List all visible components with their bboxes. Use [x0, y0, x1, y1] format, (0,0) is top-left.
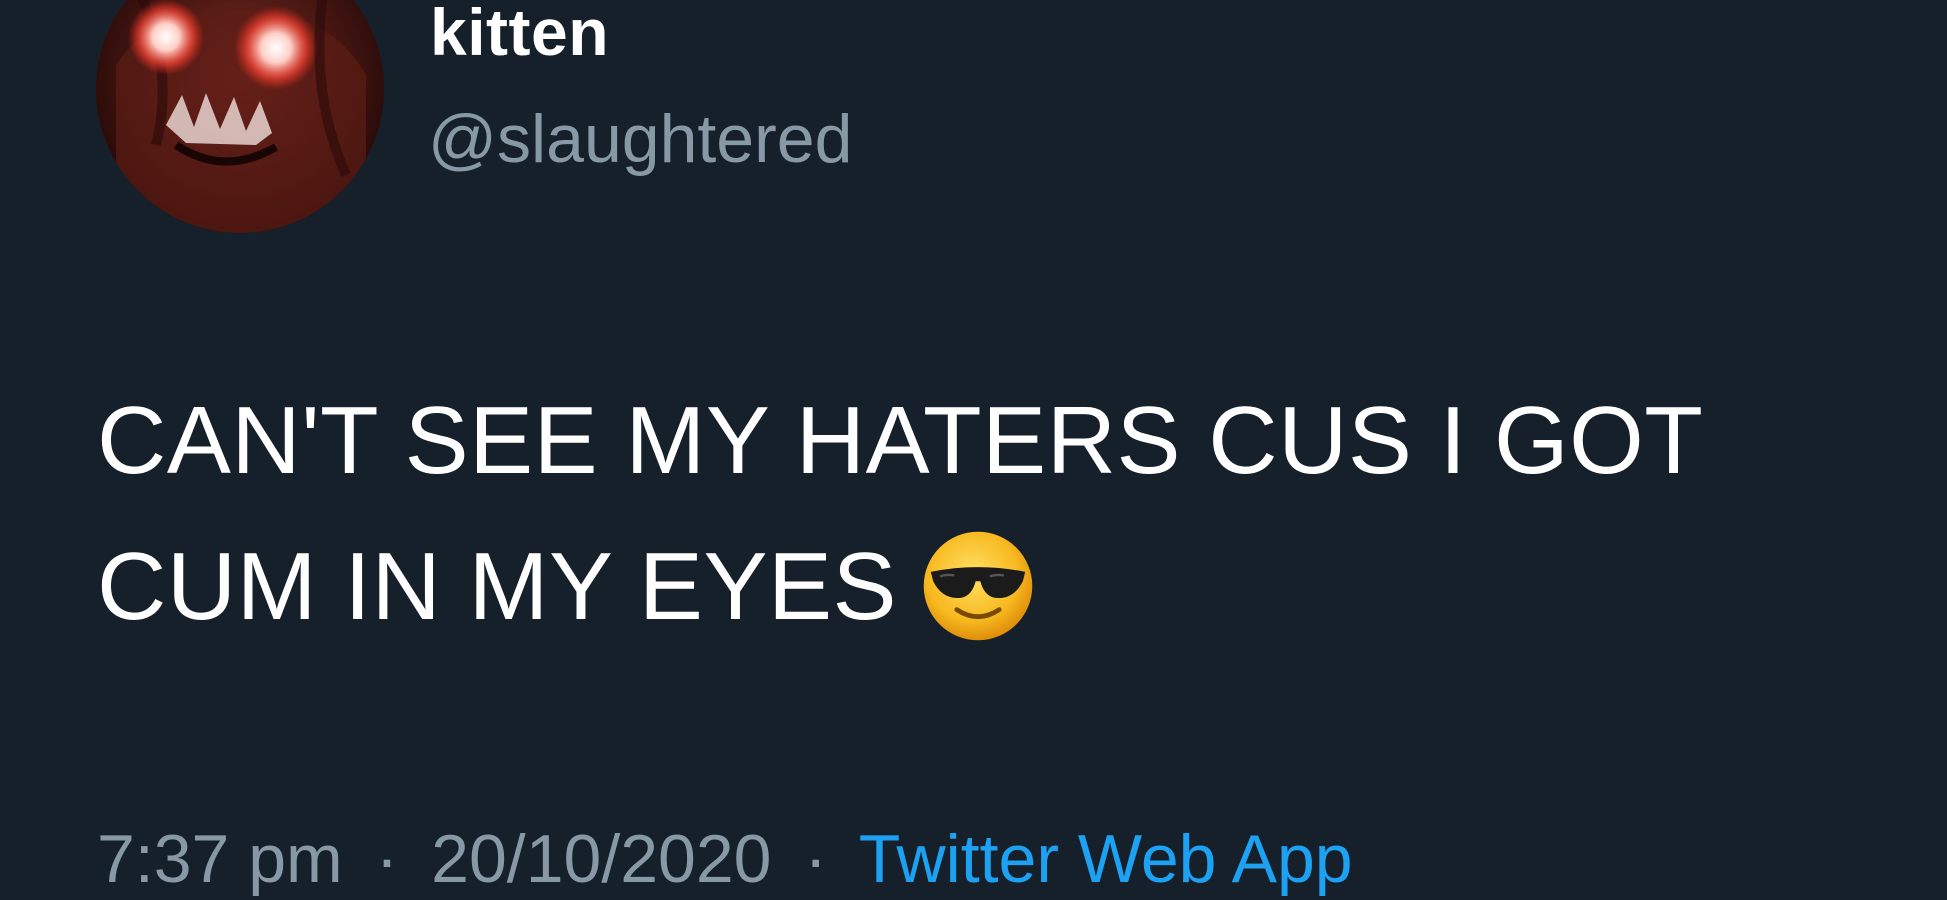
- meta-separator: ·: [375, 821, 399, 897]
- meta-separator: ·: [804, 821, 828, 897]
- tweet-text: CAN'T SEE MY HATERS CUS I GOT CUM IN MY …: [97, 368, 1917, 660]
- tweet-metadata: 7:37 pm · 20/10/2020 · Twitter Web App: [97, 820, 1353, 898]
- sunglasses-emoji-icon: [919, 527, 1037, 645]
- display-name[interactable]: kitten: [430, 0, 609, 70]
- tweet-date[interactable]: 20/10/2020: [431, 821, 771, 897]
- tweet: kitten @slaughtered CAN'T SEE MY HATERS …: [0, 0, 1947, 900]
- tweet-text-line-2-text: CUM IN MY EYES: [97, 533, 898, 640]
- avatar[interactable]: [96, 0, 384, 233]
- tweet-text-line-2: CUM IN MY EYES: [97, 514, 1917, 660]
- creature-avatar-icon: [96, 0, 384, 233]
- tweet-source-link[interactable]: Twitter Web App: [859, 821, 1353, 897]
- user-handle[interactable]: @slaughtered: [428, 100, 852, 178]
- tweet-time[interactable]: 7:37 pm: [97, 821, 343, 897]
- tweet-text-line-1: CAN'T SEE MY HATERS CUS I GOT: [97, 387, 1704, 494]
